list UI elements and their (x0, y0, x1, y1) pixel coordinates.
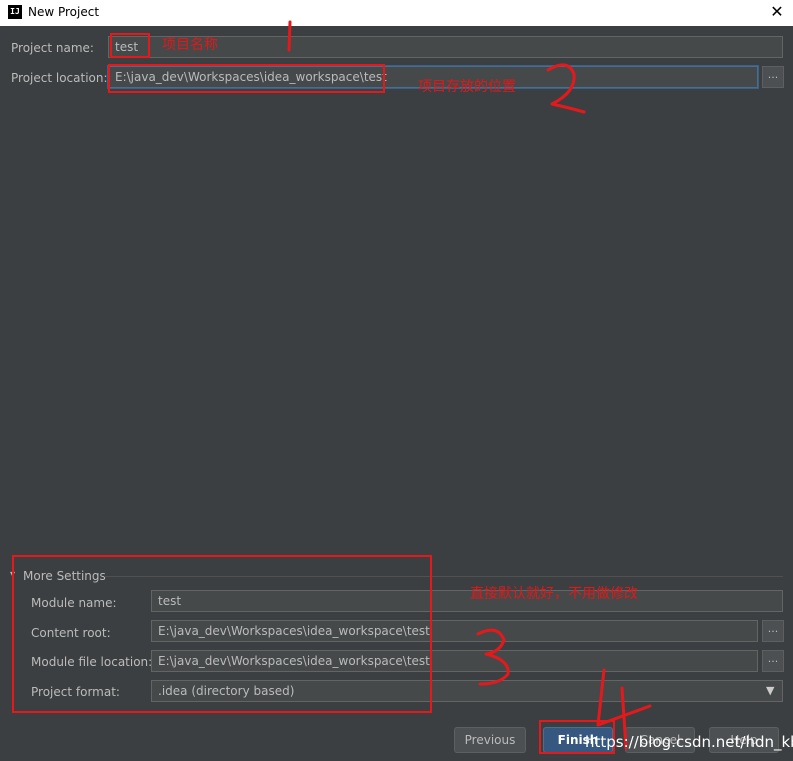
handwritten-step-numbers (287, 20, 652, 750)
step-2-mark (546, 63, 586, 114)
watermark-text: https://blog.csdn.net/hdn_kb (585, 733, 793, 751)
step-1-mark (287, 20, 292, 52)
step-3-mark (476, 628, 510, 686)
